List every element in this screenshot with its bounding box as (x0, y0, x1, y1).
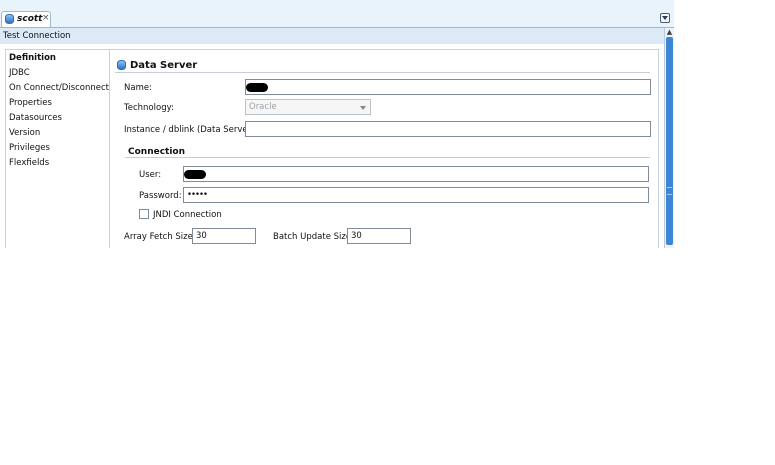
scroll-grip-icon (667, 187, 672, 195)
batch-update-size-label: Batch Update Size: (273, 232, 354, 242)
editor-tab-bar: scott × (0, 0, 674, 27)
database-icon (117, 60, 126, 70)
connection-heading: Connection (128, 147, 186, 157)
vertical-scrollbar[interactable]: ▲ (664, 28, 674, 248)
redacted-value (246, 83, 268, 92)
data-server-heading: Data Server (130, 60, 198, 71)
sidebar-item-properties[interactable]: Properties (9, 98, 52, 108)
array-fetch-size-label: Array Fetch Size: (124, 232, 196, 242)
array-fetch-size-field[interactable]: 30 (192, 228, 256, 244)
jndi-connection-label: JNDI Connection (153, 210, 222, 220)
sidebar-item-datasources[interactable]: Datasources (9, 113, 62, 123)
test-connection-button[interactable]: Test Connection (3, 31, 71, 41)
editor-tab-scott[interactable]: scott × (1, 11, 51, 27)
instance-field[interactable] (245, 121, 651, 137)
password-field[interactable]: ••••• (183, 187, 649, 203)
toolbar: Test Connection (0, 28, 664, 44)
jndi-connection-checkbox[interactable] (139, 209, 149, 219)
technology-value: Oracle (249, 102, 277, 112)
section-divider (115, 72, 650, 73)
tab-title: scott (17, 14, 43, 24)
sidebar-nav: Definition JDBC On Connect/Disconnect Pr… (5, 49, 110, 248)
password-label: Password: (139, 191, 182, 201)
database-icon (5, 14, 14, 24)
redacted-value (184, 170, 206, 179)
scroll-thumb[interactable] (666, 37, 673, 245)
close-icon[interactable]: × (42, 13, 50, 23)
sidebar-item-definition[interactable]: Definition (9, 53, 56, 63)
name-label: Name: (124, 83, 152, 93)
view-menu-icon[interactable] (660, 13, 670, 23)
definition-panel: Data Server Name: Technology: Oracle Ins… (110, 49, 659, 248)
sidebar-item-privileges[interactable]: Privileges (9, 143, 50, 153)
sidebar-item-jdbc[interactable]: JDBC (9, 68, 30, 78)
scroll-up-arrow-icon[interactable]: ▲ (665, 28, 674, 37)
user-label: User: (139, 170, 162, 180)
name-field[interactable] (245, 79, 651, 95)
technology-select[interactable]: Oracle (245, 99, 371, 115)
user-field[interactable] (183, 166, 649, 182)
sidebar-item-flexfields[interactable]: Flexfields (9, 158, 49, 168)
instance-label: Instance / dblink (Data Server): (124, 125, 258, 135)
sidebar-item-on-connect-disconnect[interactable]: On Connect/Disconnect (9, 83, 109, 93)
section-divider (125, 157, 650, 158)
technology-label: Technology: (124, 103, 174, 113)
sidebar-item-version[interactable]: Version (9, 128, 40, 138)
chevron-down-icon (360, 106, 366, 110)
batch-update-size-field[interactable]: 30 (347, 228, 411, 244)
